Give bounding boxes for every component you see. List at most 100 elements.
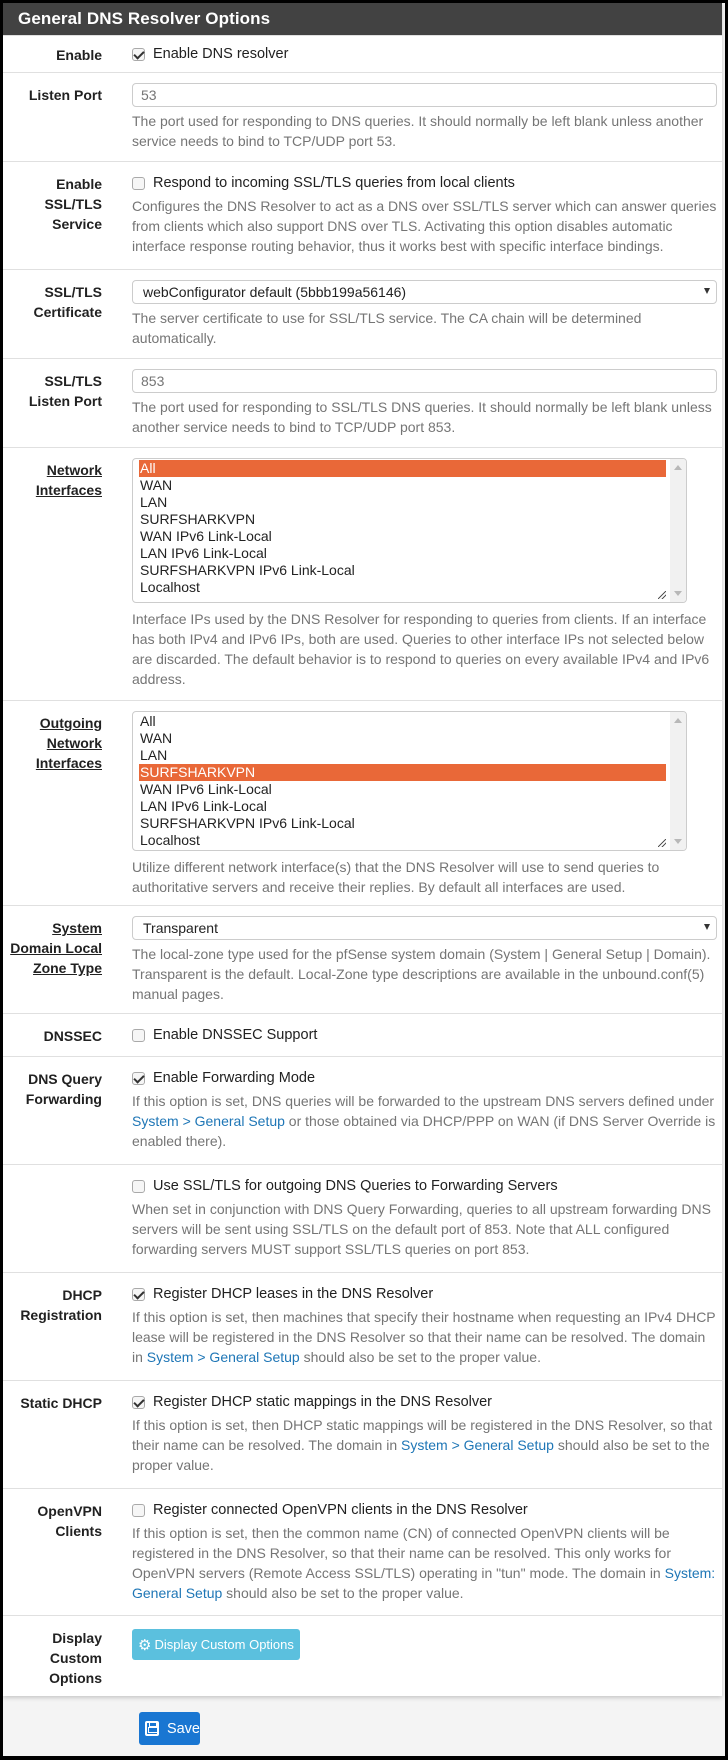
enable-dns-resolver-checkbox[interactable]: Enable DNS resolver (132, 43, 717, 65)
listbox-option[interactable]: Localhost (139, 579, 666, 596)
gear-icon: ⚙ (138, 1636, 152, 1654)
checkbox-label: Enable DNS resolver (153, 46, 289, 62)
network-interfaces-listbox[interactable]: All WAN LAN SURFSHARKVPN WAN IPv6 Link-Local… (132, 458, 687, 603)
selected-value: Transparent (143, 920, 218, 936)
listbox-option[interactable]: Localhost (139, 832, 666, 849)
ssl-forwarding-checkbox[interactable]: Use SSL/TLS for outgoing DNS Queries to … (132, 1175, 717, 1197)
checkbox-unchecked-icon[interactable] (132, 1503, 145, 1517)
label-custom-options: Display Custom Options (49, 1630, 102, 1686)
ssl-service-checkbox[interactable]: Respond to incoming SSL/TLS queries from… (132, 172, 717, 194)
outgoing-interfaces-help: Utilize different network interface(s) t… (132, 859, 660, 895)
help-text: should also be set to the proper value. (299, 1349, 541, 1365)
ssl-certificate-help: The server certificate to use for SSL/TL… (132, 310, 642, 346)
row-ssl-listen-port: SSL/TLSListen Port The port used for res… (3, 358, 722, 447)
openvpn-clients-checkbox[interactable]: Register connected OpenVPN clients in th… (132, 1499, 717, 1521)
row-enable: Enable Enable DNS resolver (3, 35, 722, 72)
listbox-option[interactable]: SURFSHARKVPN (139, 511, 666, 528)
general-setup-link[interactable]: System > General Setup (132, 1113, 285, 1129)
openvpn-clients-help: If this option is set, then the common n… (132, 1523, 717, 1603)
floppy-icon (145, 1721, 159, 1736)
listbox-option[interactable]: WAN IPv6 Link-Local (139, 781, 666, 798)
listbox-option[interactable]: All (139, 460, 666, 477)
scroll-up-icon[interactable] (674, 718, 682, 723)
row-forwarding: DNS Query Forwarding Enable Forwarding Mo… (3, 1056, 722, 1164)
resize-handle-icon[interactable] (658, 839, 666, 847)
save-button[interactable]: Save (139, 1712, 200, 1745)
checkbox-checked-icon[interactable] (132, 1071, 145, 1085)
row-zone-type: System Domain Local Zone Type Transparent … (3, 905, 722, 1013)
save-label: Save (166, 1720, 200, 1737)
row-ssl-forwarding: Use SSL/TLS for outgoing DNS Queries to … (3, 1164, 722, 1272)
checkbox-unchecked-icon[interactable] (132, 1179, 145, 1193)
dnssec-checkbox[interactable]: Enable DNSSEC Support (132, 1024, 717, 1046)
checkbox-checked-icon[interactable] (132, 1395, 145, 1409)
listbox-option[interactable]: WAN IPv6 Link-Local (139, 528, 666, 545)
ssl-service-help: Configures the DNS Resolver to act as a … (132, 198, 717, 254)
checkbox-checked-icon[interactable] (132, 47, 145, 61)
outgoing-interfaces-listbox[interactable]: All WAN LAN SURFSHARKVPN WAN IPv6 Link-Local… (132, 711, 687, 851)
label-empty (3, 1175, 102, 1264)
listen-port-help: The port used for responding to DNS quer… (132, 113, 704, 149)
static-dhcp-checkbox[interactable]: Register DHCP static mappings in the DNS… (132, 1391, 717, 1413)
resize-handle-icon[interactable] (658, 591, 666, 599)
listbox-scrollbar[interactable] (670, 712, 686, 850)
listbox-option[interactable]: LAN IPv6 Link-Local (139, 545, 666, 562)
help-text: should also be set to the proper value. (222, 1585, 464, 1601)
listbox-option[interactable]: WAN (139, 477, 666, 494)
row-custom-options: Display Custom Options ⚙ Display Custom Op… (3, 1615, 722, 1696)
listbox-option[interactable]: SURFSHARKVPN IPv6 Link-Local (139, 562, 666, 579)
listbox-option[interactable]: All (139, 713, 666, 730)
general-setup-link[interactable]: System > General Setup (401, 1437, 554, 1453)
scroll-down-icon[interactable] (674, 591, 682, 596)
dhcp-registration-checkbox[interactable]: Register DHCP leases in the DNS Resolver (132, 1283, 717, 1305)
help-text: If this option is set, then the common n… (132, 1525, 671, 1581)
row-openvpn-clients: OpenVPN Clients Register connected OpenVP… (3, 1488, 722, 1615)
checkbox-label: Register DHCP leases in the DNS Resolver (153, 1286, 434, 1302)
label-dnssec: DNSSEC (43, 1028, 102, 1044)
help-text: If this option is set, DNS queries will … (132, 1093, 715, 1109)
panel-title: General DNS Resolver Options (3, 3, 722, 35)
label-static-dhcp: Static DHCP (20, 1395, 102, 1411)
listbox-option[interactable]: SURFSHARKVPN IPv6 Link-Local (139, 815, 666, 832)
label-forwarding: DNS Query Forwarding (25, 1071, 102, 1107)
display-custom-options-button[interactable]: ⚙ Display Custom Options (132, 1629, 300, 1660)
checkbox-label: Respond to incoming SSL/TLS queries from… (153, 175, 515, 191)
listbox-option[interactable]: WAN (139, 730, 666, 747)
ssl-listen-port-help: The port used for responding to SSL/TLS … (132, 399, 712, 435)
scroll-down-icon[interactable] (674, 839, 682, 844)
static-dhcp-help: If this option is set, then DHCP static … (132, 1415, 717, 1475)
label-ssl-certificate: SSL/TLS Certificate (33, 284, 102, 320)
ssl-listen-port-input[interactable] (132, 369, 717, 393)
selected-value: webConfigurator default (5bbb199a56146) (143, 284, 407, 300)
label-zone-type: System Domain Local Zone Type (10, 920, 102, 976)
checkbox-unchecked-icon[interactable] (132, 176, 145, 190)
general-dns-resolver-panel: General DNS Resolver Options Enable Enab… (3, 3, 722, 1696)
label-listen-port: Listen Port (28, 87, 102, 103)
row-dhcp-registration: DHCP Registration Register DHCP leases in… (3, 1272, 722, 1380)
label-ssl-service: Enable SSL/TLS Service (44, 176, 102, 232)
zone-type-select[interactable]: Transparent (132, 916, 717, 940)
listbox-option[interactable]: LAN IPv6 Link-Local (139, 798, 666, 815)
caret-down-icon (704, 924, 710, 930)
row-ssl-service: Enable SSL/TLS Service Respond to incoming… (3, 161, 722, 269)
ssl-certificate-select[interactable]: webConfigurator default (5bbb199a56146) (132, 280, 717, 304)
checkbox-label: Enable Forwarding Mode (153, 1070, 316, 1086)
row-ssl-certificate: SSL/TLS Certificate webConfigurator defau… (3, 269, 722, 358)
listbox-scrollbar[interactable] (670, 459, 686, 602)
listbox-option[interactable]: LAN (139, 494, 666, 511)
dhcp-registration-help: If this option is set, then machines tha… (132, 1307, 717, 1367)
checkbox-label: Enable DNSSEC Support (153, 1027, 318, 1043)
scroll-up-icon[interactable] (674, 465, 682, 470)
checkbox-unchecked-icon[interactable] (132, 1028, 145, 1042)
zone-type-help: The local-zone type used for the pfSense… (132, 946, 711, 1002)
listbox-option[interactable]: SURFSHARKVPN (139, 764, 666, 781)
general-setup-link[interactable]: System > General Setup (147, 1349, 300, 1365)
checkbox-checked-icon[interactable] (132, 1287, 145, 1301)
listbox-option[interactable]: LAN (139, 747, 666, 764)
ssl-forwarding-help: When set in conjunction with DNS Query F… (132, 1201, 711, 1257)
page-frame: General DNS Resolver Options Enable Enab… (3, 3, 725, 1756)
forwarding-checkbox[interactable]: Enable Forwarding Mode (132, 1067, 717, 1089)
listen-port-input[interactable] (132, 83, 717, 107)
label-enable: Enable (56, 47, 102, 63)
forwarding-help: If this option is set, DNS queries will … (132, 1091, 717, 1151)
